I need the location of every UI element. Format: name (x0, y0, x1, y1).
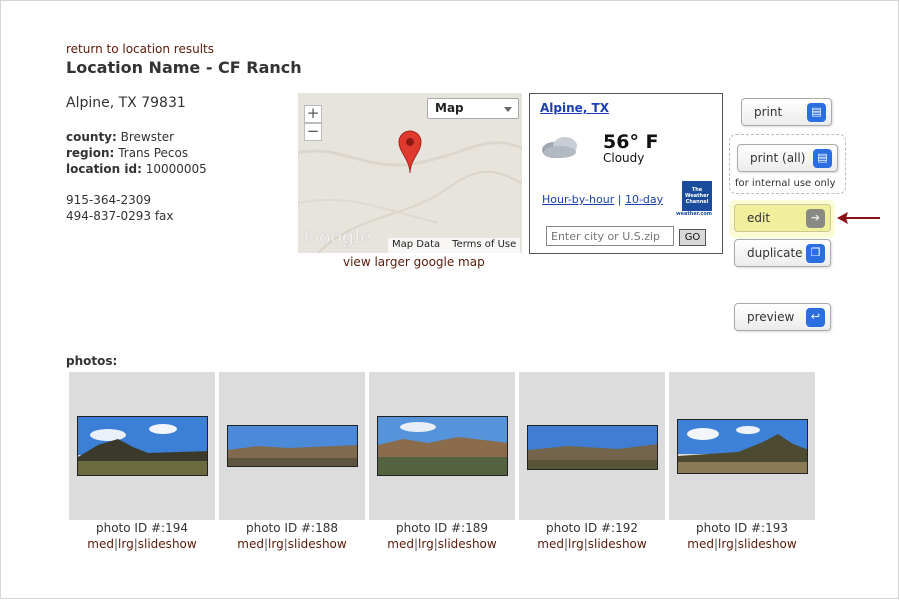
duplicate-icon: ❐ (806, 244, 825, 263)
print-button[interactable]: print ▤ (741, 98, 832, 126)
internal-use-note: for internal use only (735, 178, 836, 189)
county-label: county: (66, 130, 117, 144)
print-all-icon: ▤ (813, 149, 832, 168)
city-state-zip: Alpine, TX 79831 (66, 95, 186, 111)
photo-slideshow-link[interactable]: slideshow (738, 537, 797, 551)
region-label: region: (66, 146, 115, 160)
zoom-out-button[interactable]: − (304, 123, 322, 141)
photo-lrg-link[interactable]: lrg (118, 537, 134, 551)
photo-card (369, 372, 515, 520)
region-value: Trans Pecos (118, 146, 189, 160)
duplicate-label: duplicate (747, 246, 803, 260)
pointer-arrow-icon (837, 212, 880, 224)
photo-slideshow-link[interactable]: slideshow (138, 537, 197, 551)
preview-label: preview (747, 310, 795, 324)
photo-lrg-link[interactable]: lrg (418, 537, 434, 551)
weather-zip-input[interactable] (546, 226, 674, 246)
map-type-select[interactable]: Map (427, 98, 519, 119)
map-data-link[interactable]: Map Data (392, 239, 440, 252)
photo-thumbnail[interactable] (77, 416, 208, 476)
photo-thumbnail[interactable] (227, 425, 358, 467)
hour-by-hour-link[interactable]: Hour-by-hour (542, 193, 614, 206)
chevron-down-icon (504, 107, 512, 112)
terms-of-use-link[interactable]: Terms of Use (452, 239, 516, 252)
photo-slideshow-link[interactable]: slideshow (438, 537, 497, 551)
photo-med-link[interactable]: med (537, 537, 564, 551)
weather-condition: Cloudy (603, 151, 645, 165)
photo-lrg-link[interactable]: lrg (268, 537, 284, 551)
google-map[interactable]: + − Map Google Map Data Terms of Use (298, 93, 522, 253)
county-row: county: Brewster (66, 130, 174, 144)
photo-links: med|lrg|slideshow (369, 537, 515, 551)
photo-thumbnail[interactable] (377, 416, 508, 476)
photo-links: med|lrg|slideshow (519, 537, 665, 551)
photo-thumbnail[interactable] (527, 425, 658, 470)
photo-id-label: photo ID #:193 (695, 521, 789, 535)
fax: 494-837-0293 fax (66, 209, 174, 223)
arrow-right-icon: ➔ (806, 209, 825, 228)
photo-card (69, 372, 215, 520)
print-label: print (754, 105, 783, 119)
photo-slideshow-link[interactable]: slideshow (288, 537, 347, 551)
location-id-value: 10000005 (145, 162, 207, 176)
weather-link-divider: | (617, 193, 622, 206)
photo-id-label: photo ID #:189 (395, 521, 489, 535)
photo-thumbnail[interactable] (677, 419, 808, 474)
phone: 915-364-2309 (66, 193, 152, 207)
return-to-results-link[interactable]: return to location results (66, 42, 214, 56)
duplicate-button[interactable]: duplicate ❐ (734, 239, 831, 267)
photos-heading: photos: (66, 354, 118, 368)
map-footer: Map Data Terms of Use (388, 238, 521, 253)
return-arrow-icon: ↩ (806, 308, 825, 327)
photo-slideshow-link[interactable]: slideshow (588, 537, 647, 551)
photo-id-label: photo ID #:192 (545, 521, 639, 535)
print-all-label: print (all) (750, 151, 806, 165)
print-icon: ▤ (807, 103, 826, 122)
photo-med-link[interactable]: med (237, 537, 264, 551)
weather-channel-caption: weather.com (676, 211, 712, 217)
map-pin-icon[interactable] (398, 130, 422, 174)
photo-med-link[interactable]: med (687, 537, 714, 551)
location-id-row: location id: 10000005 (66, 162, 207, 176)
photo-card (519, 372, 665, 520)
google-watermark: Google (304, 226, 372, 248)
weather-go-button[interactable]: GO (679, 229, 706, 246)
photo-card (669, 372, 815, 520)
map-type-value: Map (435, 101, 464, 115)
edit-label: edit (747, 211, 771, 225)
photo-lrg-link[interactable]: lrg (568, 537, 584, 551)
photo-lrg-link[interactable]: lrg (718, 537, 734, 551)
cloud-icon (542, 137, 577, 158)
view-larger-map-link[interactable]: view larger google map (343, 255, 485, 269)
photo-med-link[interactable]: med (387, 537, 414, 551)
county-value: Brewster (120, 130, 175, 144)
page-title: Location Name - CF Ranch (66, 58, 302, 77)
photo-card (219, 372, 365, 520)
photo-links: med|lrg|slideshow (69, 537, 215, 551)
region-row: region: Trans Pecos (66, 146, 188, 160)
weather-channel-logo[interactable]: The Weather Channel (682, 181, 712, 211)
weather-widget: Alpine, TX 56° F Cloudy Hour-by-hour | 1… (529, 93, 723, 254)
print-all-button[interactable]: print (all) ▤ (737, 144, 838, 172)
weather-location-link[interactable]: Alpine, TX (540, 101, 609, 115)
photo-id-label: photo ID #:188 (245, 521, 339, 535)
weather-temperature: 56° F (603, 131, 659, 153)
photo-links: med|lrg|slideshow (669, 537, 815, 551)
zoom-in-button[interactable]: + (304, 105, 322, 123)
photo-id-label: photo ID #:194 (95, 521, 189, 535)
preview-button[interactable]: preview ↩ (734, 303, 831, 331)
weather-forecast-links: Hour-by-hour | 10-day (542, 193, 663, 206)
ten-day-link[interactable]: 10-day (625, 193, 663, 206)
edit-button[interactable]: edit ➔ (734, 204, 831, 232)
photo-med-link[interactable]: med (87, 537, 114, 551)
photo-links: med|lrg|slideshow (219, 537, 365, 551)
location-id-label: location id: (66, 162, 142, 176)
